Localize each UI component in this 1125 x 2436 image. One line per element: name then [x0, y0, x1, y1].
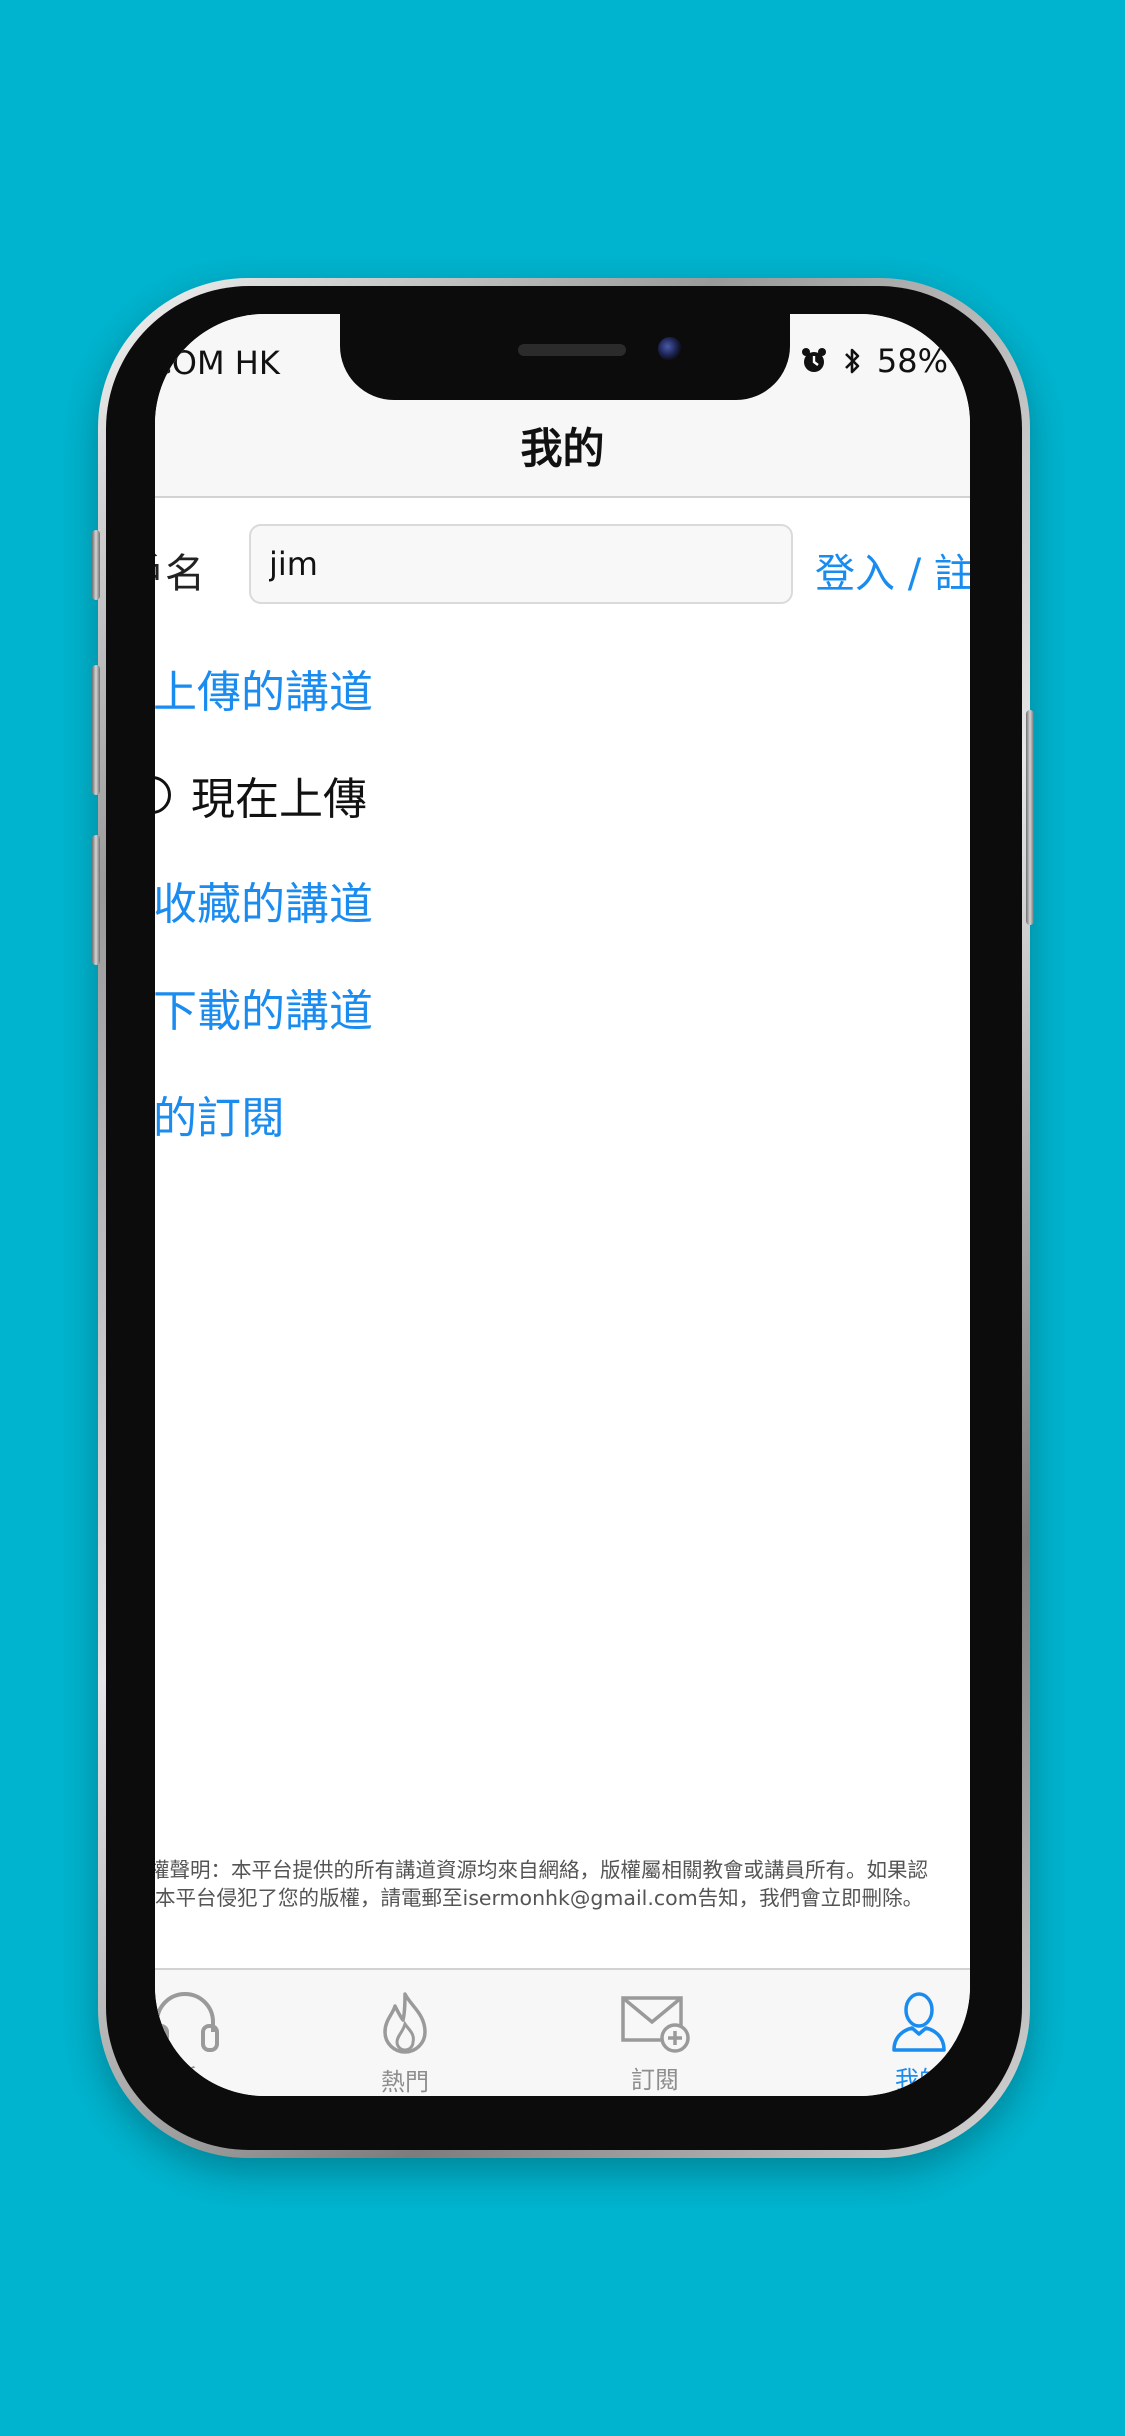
status-icons: 58%	[801, 342, 948, 380]
carrier-name: ICOM HK	[155, 344, 280, 382]
disclaimer-line-1: 權聲明：本平台提供的所有講道資源均來自網絡，版權屬相關教會或講員所有。如果認	[155, 1858, 928, 1882]
headphones-icon	[155, 1990, 255, 2052]
content-area: 戶名 登入 / 註 上傳的講道 現在上傳 收藏的講道 下載的講道 的訂閱 權聲明…	[155, 498, 970, 1968]
tab-popular[interactable]: 熱門	[335, 1990, 475, 2096]
tab-label-latest: 新	[173, 2064, 197, 2092]
disclaimer-line-2: 本平台侵犯了您的版權，請電郵至isermonhk@gmail.com告知，我們會…	[155, 1886, 924, 1910]
notch	[340, 314, 790, 400]
tab-latest[interactable]: 新	[155, 1990, 255, 2093]
upload-radio-button[interactable]	[155, 776, 171, 814]
mute-switch	[92, 530, 100, 600]
page-title: 我的	[520, 424, 605, 473]
screen: ICOM HK 58% 我的 戶名 登入 / 註 上傳的講	[155, 314, 970, 2096]
alarm-icon	[801, 347, 827, 375]
my-subscriptions-link[interactable]: 的訂閱	[155, 1082, 285, 1146]
bluetooth-icon	[843, 346, 861, 376]
username-input[interactable]	[249, 524, 793, 604]
earpiece-speaker	[518, 344, 626, 356]
person-icon	[849, 1990, 970, 2054]
tab-bar: 新 熱門 訂閱 我的	[155, 1968, 970, 2096]
tab-subscribe[interactable]: 訂閱	[585, 1990, 725, 2095]
tab-mine[interactable]: 我的	[849, 1990, 970, 2095]
power-button	[1026, 710, 1034, 925]
my-uploaded-sermons-link[interactable]: 上傳的講道	[155, 656, 373, 720]
tab-label-subscribe: 訂閱	[631, 2066, 679, 2094]
login-register-button[interactable]: 登入 / 註	[815, 541, 970, 599]
volume-down-button	[92, 835, 100, 965]
tab-label-popular: 熱門	[381, 2068, 429, 2096]
battery-percentage: 58%	[876, 342, 948, 380]
favorite-sermons-link[interactable]: 收藏的講道	[155, 868, 373, 932]
upload-now-label: 現在上傳	[191, 774, 367, 825]
volume-up-button	[92, 665, 100, 795]
front-camera	[658, 337, 682, 361]
navigation-bar: 我的	[155, 400, 970, 498]
envelope-add-icon	[585, 1990, 725, 2054]
flame-icon	[335, 1990, 475, 2056]
downloaded-sermons-link[interactable]: 下載的講道	[155, 975, 373, 1039]
upload-now-option[interactable]: 現在上傳	[155, 763, 367, 827]
username-label: 戶名	[155, 551, 205, 597]
tab-label-mine: 我的	[895, 2066, 943, 2094]
copyright-disclaimer: 權聲明：本平台提供的所有講道資源均來自網絡，版權屬相關教會或講員所有。如果認 本…	[155, 1856, 970, 1912]
